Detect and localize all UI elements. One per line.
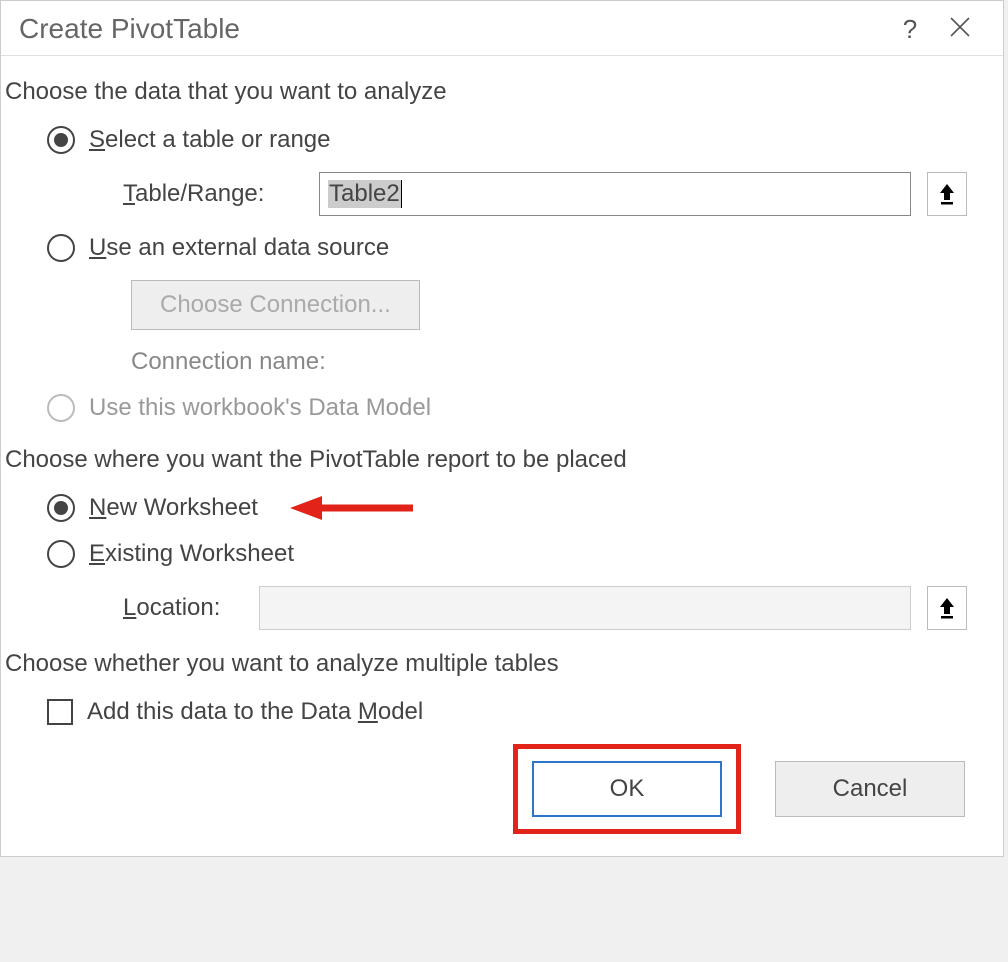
option-external-source[interactable]: Use an external data source — [47, 234, 985, 262]
titlebar: Create PivotTable ? — [1, 1, 1003, 56]
location-field: Location: — [123, 586, 985, 630]
close-icon — [949, 16, 971, 38]
option-label: Use an external data source — [89, 234, 389, 262]
section-multiple-tables: Choose whether you want to analyze multi… — [5, 650, 985, 678]
collapse-dialog-button[interactable] — [927, 172, 967, 216]
arrow-up-icon — [937, 181, 957, 207]
option-label: Existing Worksheet — [89, 540, 294, 568]
dialog-title: Create PivotTable — [19, 13, 885, 45]
option-existing-worksheet[interactable]: Existing Worksheet — [47, 540, 985, 568]
option-label: Add this data to the Data Model — [87, 698, 423, 726]
dialog-body: Choose the data that you want to analyze… — [1, 56, 1003, 856]
dialog-footer: OK Cancel — [3, 744, 985, 834]
radio-icon — [47, 234, 75, 262]
section-choose-data: Choose the data that you want to analyze — [5, 78, 985, 106]
radio-icon — [47, 126, 75, 154]
checkbox-icon — [47, 699, 73, 725]
choose-connection-button[interactable]: Choose Connection... — [131, 280, 420, 330]
annotation-highlight-ok: OK — [513, 744, 741, 834]
radio-icon — [47, 540, 75, 568]
location-input[interactable] — [259, 586, 911, 630]
collapse-dialog-button[interactable] — [927, 586, 967, 630]
choose-connection-row: Choose Connection... — [131, 280, 985, 330]
table-range-field: Table/Range: Table2 — [123, 172, 985, 216]
help-button[interactable]: ? — [885, 14, 935, 45]
option-label: New Worksheet — [89, 494, 258, 522]
annotation-arrow — [288, 494, 418, 522]
connection-name-label: Connection name: — [131, 348, 985, 376]
option-label: Select a table or range — [89, 126, 331, 154]
radio-icon — [47, 494, 75, 522]
cancel-button[interactable]: Cancel — [775, 761, 965, 817]
radio-icon — [47, 394, 75, 422]
create-pivottable-dialog: Create PivotTable ? Choose the data that… — [0, 0, 1004, 857]
ok-button[interactable]: OK — [532, 761, 722, 817]
option-label: Use this workbook's Data Model — [89, 394, 431, 422]
section-choose-location: Choose where you want the PivotTable rep… — [5, 446, 985, 474]
close-button[interactable] — [935, 14, 985, 45]
location-label: Location: — [123, 594, 243, 622]
table-range-input[interactable]: Table2 — [319, 172, 911, 216]
table-range-value: Table2 — [328, 180, 401, 208]
option-select-table-range[interactable]: Select a table or range — [47, 126, 985, 154]
option-workbook-data-model: Use this workbook's Data Model — [47, 394, 985, 422]
arrow-up-icon — [937, 595, 957, 621]
table-range-label: Table/Range: — [123, 180, 303, 208]
option-new-worksheet[interactable]: New Worksheet — [47, 494, 985, 522]
option-add-data-model[interactable]: Add this data to the Data Model — [47, 698, 985, 726]
arrow-left-icon — [288, 494, 418, 522]
